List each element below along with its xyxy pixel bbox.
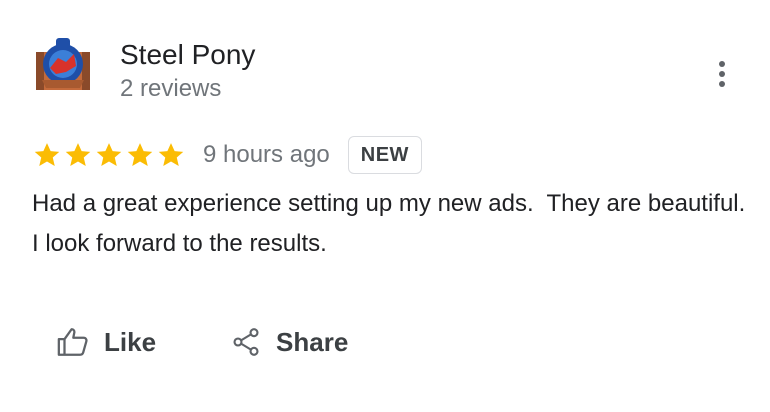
thumb-up-icon	[57, 328, 88, 356]
author-name[interactable]: Steel Pony	[120, 38, 255, 72]
share-icon	[233, 328, 259, 356]
more-vert-dot	[719, 81, 725, 87]
share-label: Share	[276, 326, 349, 357]
star-icon	[96, 143, 122, 166]
more-vert-icon	[719, 61, 725, 67]
star-rating	[32, 140, 187, 170]
author-review-count: 2 reviews	[120, 75, 222, 102]
review-card: Steel Pony 2 reviews 9 hours ago NEW Had…	[0, 0, 770, 412]
review-text: Had a great experience setting up my new…	[32, 190, 759, 257]
review-actions: Like Share	[56, 320, 348, 364]
share-button[interactable]: Share	[230, 320, 348, 364]
star-icon	[158, 143, 184, 166]
star-icon	[127, 143, 153, 166]
new-badge: NEW	[347, 136, 422, 174]
like-label: Like	[104, 326, 157, 357]
star-icon	[34, 143, 60, 166]
review-time: 9 hours ago	[203, 141, 330, 168]
review-header: Steel Pony 2 reviews	[36, 36, 255, 102]
more-options-button[interactable]	[706, 54, 738, 94]
like-button[interactable]: Like	[56, 320, 156, 364]
author-info: Steel Pony 2 reviews	[120, 38, 255, 104]
star-icon	[65, 143, 91, 166]
more-vert-dot	[719, 71, 725, 77]
rating-row: 9 hours ago NEW	[32, 134, 422, 176]
avatar[interactable]	[36, 36, 90, 90]
avatar-image	[36, 38, 90, 90]
